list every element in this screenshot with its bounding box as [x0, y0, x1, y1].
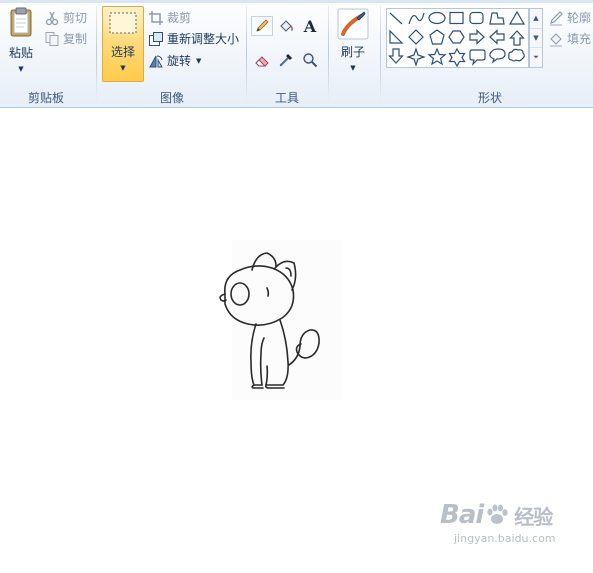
fill-icon: [280, 20, 293, 32]
copy-button[interactable]: 复制: [44, 30, 87, 47]
brushes-button[interactable]: 刷子 ▼: [334, 8, 372, 80]
text-tool[interactable]: A: [299, 16, 321, 36]
clipboard-icon: [10, 7, 32, 37]
select-label: 选择: [110, 45, 135, 59]
eraser-icon: [255, 56, 269, 67]
clipboard-group-label: 剪贴板: [27, 91, 64, 105]
image-group-label: 图像: [159, 91, 184, 105]
scroll-down-icon[interactable]: ▼: [530, 29, 542, 49]
pencil-icon: [256, 19, 269, 32]
paste-button[interactable]: 粘贴 ▼: [2, 6, 40, 80]
shape-five-point-star[interactable]: [427, 47, 447, 66]
group-separator: [246, 6, 247, 100]
shapes-gallery-scroll[interactable]: ▲ ▼ ⏷: [529, 8, 543, 68]
selection-rectangle-icon: [109, 12, 137, 34]
paste-dropdown-arrow[interactable]: ▼: [18, 65, 23, 73]
select-dropdown-arrow[interactable]: ▼: [120, 64, 125, 72]
shape-down-arrow[interactable]: [388, 48, 404, 64]
paste-label: 粘贴: [8, 46, 33, 60]
color-picker-icon: [279, 53, 293, 67]
watermark-brand: Bai: [440, 500, 484, 530]
select-button[interactable]: 选择 ▼: [102, 6, 144, 82]
tools-group-label: 工具: [274, 91, 299, 105]
eraser-tool[interactable]: [251, 50, 273, 70]
shape-four-point-star[interactable]: [406, 47, 426, 67]
brushes-dropdown-arrow[interactable]: ▼: [350, 64, 355, 72]
shape-rounded-callout[interactable]: [469, 49, 486, 66]
cut-button[interactable]: 剪切: [44, 9, 87, 26]
shape-diamond[interactable]: [408, 29, 424, 45]
group-separator: [328, 6, 329, 100]
rotate-icon: [149, 55, 163, 67]
scissors-icon: [45, 11, 59, 25]
rotate-label: 旋转: [167, 54, 192, 68]
outline-label: 轮廓: [567, 11, 592, 25]
shape-oval-callout[interactable]: [489, 48, 506, 64]
shape-rectangle[interactable]: [449, 11, 464, 25]
paw-icon: [487, 504, 508, 524]
resize-icon: [149, 31, 163, 46]
shape-six-point-star[interactable]: [448, 47, 466, 67]
shape-left-arrow[interactable]: [489, 29, 505, 45]
crop-label: 裁剪: [167, 11, 192, 25]
shape-pentagon[interactable]: [429, 29, 445, 45]
shape-cloud-callout[interactable]: [508, 48, 525, 62]
outline-button[interactable]: 轮廓: [548, 9, 591, 26]
rotate-dropdown-arrow[interactable]: ▼: [196, 57, 201, 65]
pencil-tool[interactable]: [251, 16, 273, 36]
resize-button[interactable]: 重新调整大小: [148, 30, 239, 47]
shape-oval[interactable]: [428, 11, 446, 25]
fill-bucket-icon: [550, 32, 562, 47]
shapes-group-label: 形状: [477, 91, 502, 105]
fill-button[interactable]: 填充: [548, 30, 591, 47]
watermark-url: jingyan.baidu.com: [454, 532, 556, 545]
magnifier-tool[interactable]: [299, 50, 321, 70]
shapes-gallery: [386, 8, 529, 68]
gallery-expand-icon[interactable]: ⏷: [530, 48, 542, 67]
shape-triangle[interactable]: [508, 10, 526, 25]
fill-tool[interactable]: [275, 16, 297, 36]
shapes-gallery-grid: [388, 10, 526, 67]
shape-rounded-rectangle[interactable]: [469, 11, 484, 25]
copy-icon: [45, 31, 59, 46]
rotate-button[interactable]: 旋转 ▼: [148, 52, 201, 69]
color-picker-tool[interactable]: [275, 50, 297, 70]
baidu-jingyan-watermark: Bai 经验 jingyan.baidu.com: [440, 500, 590, 560]
shape-hexagon[interactable]: [448, 30, 465, 44]
shape-polygon[interactable]: [489, 12, 505, 25]
resize-label: 重新调整大小: [167, 32, 240, 46]
scroll-up-icon[interactable]: ▲: [530, 9, 542, 29]
crop-icon: [149, 10, 163, 25]
shape-up-arrow[interactable]: [509, 30, 525, 46]
brush-icon: [337, 8, 369, 40]
outline-icon: [550, 10, 563, 26]
cut-label: 剪切: [63, 11, 88, 25]
fill-label: 填充: [567, 32, 592, 46]
shape-curve[interactable]: [408, 12, 425, 25]
ribbon-top-border: [0, 0, 593, 3]
magnifier-icon: [303, 53, 318, 68]
tools-grid: A: [251, 16, 323, 74]
group-separator: [380, 6, 381, 100]
copy-label: 复制: [63, 32, 88, 46]
crop-button[interactable]: 裁剪: [148, 9, 191, 26]
shape-line[interactable]: [389, 12, 403, 25]
text-icon: A: [303, 16, 317, 36]
shape-right-triangle[interactable]: [389, 29, 404, 44]
shape-right-arrow[interactable]: [469, 29, 485, 45]
brushes-label: 刷子: [340, 45, 365, 59]
group-separator: [96, 6, 97, 100]
watermark-brand-suffix: 经验: [514, 504, 553, 529]
ribbon: 粘贴 ▼ 剪切 复制 剪贴板 选择 ▼ 裁剪 重新调整大小 旋转 ▼ 图像 A …: [0, 0, 593, 108]
